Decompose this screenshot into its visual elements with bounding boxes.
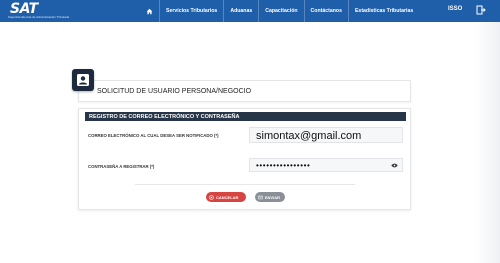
- logo-tagline: Superintendencia de Administración Tribu…: [8, 15, 70, 19]
- section-title: REGISTRO DE CORREO ELECTRÓNICO Y CONTRAS…: [89, 113, 240, 120]
- cancel-label: CANCELAR: [216, 194, 239, 200]
- email-field[interactable]: simontax@gmail.com: [249, 127, 403, 143]
- cancel-icon: [209, 194, 214, 200]
- send-icon: [258, 195, 263, 199]
- email-label: CORREO ELECTRÓNICO AL CUAL DESEA SER NOT…: [88, 133, 219, 138]
- page-edge-shade: [476, 22, 500, 263]
- registration-form: REGISTRO DE CORREO ELECTRÓNICO Y CONTRAS…: [78, 108, 411, 210]
- form-divider: [135, 184, 355, 185]
- exit-icon[interactable]: [476, 5, 486, 15]
- nav-home[interactable]: [140, 0, 159, 22]
- send-button[interactable]: ENVIAR: [255, 192, 285, 202]
- password-field[interactable]: ••••••••••••••••: [249, 158, 403, 172]
- password-value: ••••••••••••••••: [256, 161, 311, 170]
- sat-logo[interactable]: SAT Superintendencia de Administración T…: [6, 1, 74, 20]
- home-icon: [146, 8, 153, 14]
- isso-label[interactable]: ISSO: [448, 6, 462, 12]
- page-title: SOLICITUD DE USUARIO PERSONA/NEGOCIO: [97, 88, 252, 95]
- title-card: SOLICITUD DE USUARIO PERSONA/NEGOCIO: [78, 80, 411, 102]
- top-navigation-bar: SAT Superintendencia de Administración T…: [0, 0, 500, 22]
- eye-icon[interactable]: [391, 163, 398, 168]
- email-value: simontax@gmail.com: [256, 130, 362, 142]
- nav-servicios-tributarios[interactable]: Servicios Tributarios: [160, 0, 223, 22]
- section-header: REGISTRO DE CORREO ELECTRÓNICO Y CONTRAS…: [85, 112, 406, 121]
- nav-estadisticas-tributarias[interactable]: Estadísticas Tributarias: [349, 0, 419, 22]
- cancel-button[interactable]: CANCELAR: [206, 192, 246, 202]
- password-label: CONTRASEÑA A REGISTRAR (*): [88, 164, 155, 169]
- nav-aduanas[interactable]: Aduanas: [224, 0, 258, 22]
- nav-contactanos[interactable]: Contáctanos: [305, 0, 348, 22]
- main-nav: Servicios Tributarios Aduanas Capacitaci…: [140, 0, 419, 22]
- send-label: ENVIAR: [264, 194, 280, 200]
- user-card-icon: [72, 69, 94, 91]
- nav-capacitacion[interactable]: Capacitación: [259, 0, 303, 22]
